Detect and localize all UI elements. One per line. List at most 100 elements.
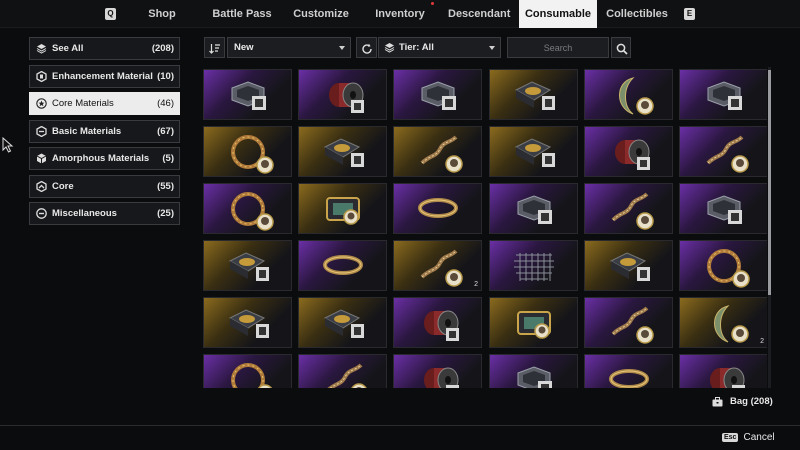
item-tile[interactable] [298, 69, 387, 120]
pouch-item-icon [231, 81, 266, 110]
tier-dropdown[interactable]: Tier: All [378, 37, 501, 58]
item-tile[interactable] [489, 354, 578, 388]
box-item-icon [514, 81, 555, 110]
search-button[interactable] [611, 37, 631, 58]
item-tile[interactable] [393, 183, 482, 234]
crescent-item-icon [714, 305, 749, 343]
category-core[interactable]: Core (55) [29, 175, 180, 198]
layers-icon [36, 43, 47, 54]
category-core-materials[interactable]: Core Materials (46) [29, 92, 180, 115]
stack-icon [36, 126, 47, 137]
tab-customize[interactable]: Customize [292, 0, 350, 28]
pouch-item-icon [421, 81, 456, 110]
box-item-icon [609, 252, 650, 281]
item-tile[interactable] [298, 240, 387, 291]
tab-shop[interactable]: Shop [140, 0, 184, 28]
item-tile[interactable]: 2 [393, 240, 482, 291]
category-count: (208) [151, 43, 174, 54]
scrollbar-thumb[interactable] [768, 70, 771, 295]
chip-item-icon [517, 311, 551, 339]
item-quantity: 2 [474, 281, 478, 288]
minus-circle-icon [36, 208, 47, 219]
tab-inventory[interactable]: Inventory [372, 0, 428, 28]
item-tile[interactable] [489, 240, 578, 291]
category-enhancement-material[interactable]: Enhancement Material (10) [29, 65, 180, 88]
item-tile[interactable] [203, 297, 292, 348]
item-tile[interactable] [203, 69, 292, 120]
refresh-button[interactable] [356, 37, 377, 58]
ring-item-icon [231, 135, 274, 174]
helix-item-icon [611, 306, 654, 344]
search-icon [616, 42, 628, 60]
category-label: Miscellaneous [52, 208, 117, 219]
item-tile[interactable] [203, 354, 292, 388]
tier-value: Tier: All [399, 42, 434, 53]
item-tile[interactable] [584, 183, 673, 234]
item-tile[interactable] [393, 354, 482, 388]
item-tile[interactable] [298, 354, 387, 388]
sort-order-button[interactable] [204, 37, 225, 58]
item-tile[interactable] [679, 240, 767, 291]
cancel-button[interactable]: Esc Cancel [722, 432, 775, 443]
item-tile[interactable] [584, 354, 673, 388]
spool-item-icon [424, 310, 459, 341]
sort-dropdown[interactable]: New [227, 37, 351, 58]
item-tile[interactable] [489, 69, 578, 120]
helix-item-icon [611, 192, 654, 230]
item-tile[interactable] [298, 297, 387, 348]
ring-item-icon [707, 249, 750, 288]
layers-icon [384, 42, 395, 53]
category-amorphous-materials[interactable]: Amorphous Materials (5) [29, 147, 180, 170]
box-item-icon [228, 309, 269, 338]
item-tile[interactable] [679, 183, 767, 234]
search-input[interactable] [507, 37, 609, 58]
chip-item-icon [326, 197, 360, 225]
item-tile[interactable] [584, 240, 673, 291]
top-nav: Q Shop Battle Pass Customize Inventory D… [0, 0, 800, 28]
item-tile[interactable] [584, 297, 673, 348]
item-tile[interactable] [584, 126, 673, 177]
item-tile[interactable] [203, 240, 292, 291]
category-label: Core [52, 181, 74, 192]
hexagon-icon [36, 71, 47, 82]
tab-descendant[interactable]: Descendant [448, 0, 510, 28]
bag-label: Bag (208) [730, 396, 773, 407]
item-tile[interactable] [203, 126, 292, 177]
bag-icon [712, 396, 723, 407]
item-tile[interactable] [298, 183, 387, 234]
item-tile[interactable] [298, 126, 387, 177]
esc-key: Esc [722, 433, 739, 442]
item-tile[interactable] [679, 354, 767, 388]
item-tile[interactable] [393, 297, 482, 348]
tab-collectibles[interactable]: Collectibles [606, 0, 668, 28]
category-count: (46) [157, 98, 174, 109]
pouch-item-icon [517, 366, 552, 388]
category-label: Amorphous Materials [52, 153, 150, 164]
mouse-cursor-icon [2, 136, 14, 158]
item-tile[interactable] [203, 183, 292, 234]
item-tile[interactable]: 2 [679, 297, 767, 348]
category-basic-materials[interactable]: Basic Materials (67) [29, 120, 180, 143]
pouch-item-icon [517, 195, 552, 224]
item-tile[interactable] [393, 69, 482, 120]
item-tile[interactable] [489, 297, 578, 348]
box-item-icon [228, 252, 269, 281]
item-tile[interactable] [489, 183, 578, 234]
category-see-all[interactable]: See All (208) [29, 37, 180, 60]
item-tile[interactable] [679, 69, 767, 120]
category-miscellaneous[interactable]: Miscellaneous (25) [29, 202, 180, 225]
tab-battle-pass[interactable]: Battle Pass [210, 0, 274, 28]
tab-consumable[interactable]: Consumable [519, 0, 597, 28]
item-tile[interactable] [584, 69, 673, 120]
next-tab-key[interactable]: E [684, 8, 695, 20]
category-count: (67) [157, 126, 174, 137]
bag-indicator: Bag (208) [712, 396, 773, 407]
item-tile[interactable] [679, 126, 767, 177]
item-tile[interactable] [489, 126, 578, 177]
helix-item-icon [706, 135, 749, 173]
item-tile[interactable] [393, 126, 482, 177]
category-label: Basic Materials [52, 126, 122, 137]
pouch-item-icon [707, 81, 742, 110]
spool-item-icon [710, 367, 745, 388]
prev-tab-key[interactable]: Q [105, 8, 116, 20]
